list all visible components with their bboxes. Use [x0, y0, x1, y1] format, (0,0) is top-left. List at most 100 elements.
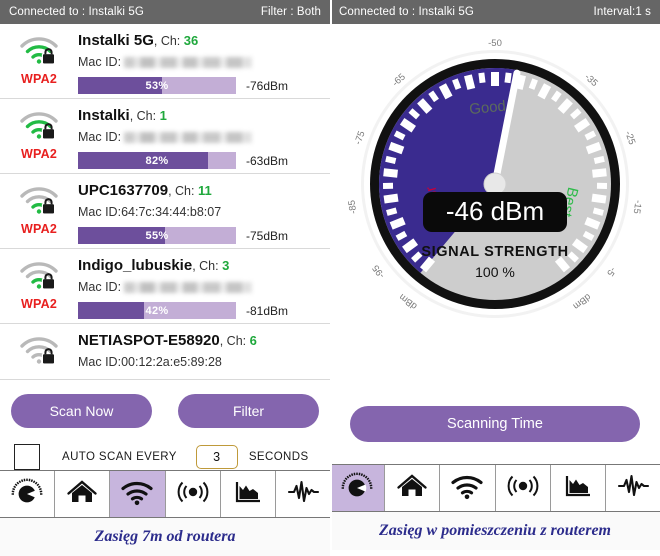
network-icon-column	[0, 329, 78, 387]
security-label: WPA2	[21, 147, 57, 162]
wifi-lock-icon	[18, 335, 60, 365]
signal-dbm-label: -63dBm	[246, 154, 288, 168]
ssid-line: NETIASPOT-E58920, Ch: 6	[78, 332, 326, 350]
channel-label: , Ch:	[220, 334, 250, 348]
signal-gauge-area: -50-65-75-85-95dBm-35-25-15-5dBmPoorGood…	[330, 24, 660, 406]
mac-line: Mac ID:	[78, 130, 326, 145]
filter-button[interactable]: Filter	[178, 394, 319, 428]
signal-dbm-label: -81dBm	[246, 304, 288, 318]
signal-bar-row: 55% -75dBm	[78, 227, 326, 244]
mac-label: Mac ID:	[78, 55, 121, 70]
mac-label: Mac ID:	[78, 355, 121, 370]
connected-label-right: Connected to : Instalki 5G	[339, 6, 474, 18]
scan-now-button[interactable]: Scan Now	[11, 394, 152, 428]
tab-radar[interactable]	[166, 471, 221, 517]
signal-progress-bar: 42%	[78, 302, 236, 319]
gauge-percent: 100 %	[475, 264, 515, 280]
gauge-tick-label: -95	[370, 263, 387, 281]
tab-home[interactable]	[385, 465, 440, 511]
mac-line: Mac ID:	[78, 280, 326, 295]
filter-status-label: Filter : Both	[261, 6, 321, 18]
ssid-line: Indigo_lubuskie, Ch: 3	[78, 257, 326, 275]
home-icon	[65, 477, 99, 512]
tab-radar[interactable]	[496, 465, 551, 511]
channel-label: , Ch:	[130, 109, 160, 123]
gauge-tick-label: -85	[347, 199, 360, 214]
ssid-label: UPC1637709	[78, 182, 168, 199]
tab-gauge[interactable]	[0, 471, 55, 517]
channel-number: 6	[250, 333, 257, 348]
auto-scan-checkbox[interactable]	[14, 444, 40, 470]
network-info-column: Instalki, Ch: 1 Mac ID: 82% -63dBm	[78, 104, 326, 169]
right-panel: Connected to : Instalki 5G Interval:1 s …	[330, 0, 660, 550]
channel-number: 36	[184, 33, 198, 48]
tab-gauge[interactable]	[330, 465, 385, 511]
gauge-tick-label: -15	[631, 199, 644, 214]
ssid-line: Instalki 5G, Ch: 36	[78, 32, 326, 50]
left-caption: Zasięg 7m od routera	[0, 518, 330, 556]
signal-progress-bar: 82%	[78, 152, 236, 169]
channel-number: 1	[160, 108, 167, 123]
network-info-column: NETIASPOT-E58920, Ch: 6 Mac ID:00:12:2a:…	[78, 329, 326, 370]
button-row: Scan Now Filter	[0, 394, 330, 428]
security-label: WPA2	[21, 72, 57, 87]
mac-address-value: 64:7c:34:44:b8:07	[121, 205, 221, 220]
channel-label: , Ch:	[154, 34, 184, 48]
ssid-label: NETIASPOT-E58920	[78, 332, 220, 349]
mac-address-value: 00:12:2a:e5:89:28	[121, 355, 222, 370]
network-icon-column: WPA2	[0, 104, 78, 162]
signal-percent-label: 82%	[78, 152, 236, 169]
tab-home[interactable]	[55, 471, 110, 517]
auto-scan-label: AUTO SCAN EVERY	[62, 451, 177, 463]
scan-controls: Scan Now Filter AUTO SCAN EVERY 3 SECOND…	[0, 380, 330, 470]
signal-strength-gauge: -50-65-75-85-95dBm-35-25-15-5dBmPoorGood…	[345, 34, 645, 334]
signal-progress-bar: 53%	[78, 77, 236, 94]
scan-interval-input[interactable]: 3	[196, 445, 238, 469]
gauge-icon	[340, 471, 374, 506]
mac-address-redacted	[124, 282, 252, 293]
tab-waveform[interactable]	[606, 465, 660, 511]
network-icon-column: WPA2	[0, 179, 78, 237]
left-status-bar: Connected to : Instalki 5G Filter : Both	[0, 0, 330, 24]
right-tab-bar	[330, 464, 660, 512]
network-icon-column: WPA2	[0, 29, 78, 87]
left-tab-bar	[0, 470, 330, 518]
tab-wifi[interactable]	[440, 465, 495, 511]
tab-waveform[interactable]	[276, 471, 330, 517]
scanning-time-button[interactable]: Scanning Time	[350, 406, 640, 442]
wifi-lock-icon	[18, 260, 60, 290]
channel-label: , Ch:	[168, 184, 198, 198]
network-row[interactable]: WPA2 Instalki 5G, Ch: 36 Mac ID: 53% -76…	[0, 24, 330, 99]
signal-bar-row: 42% -81dBm	[78, 302, 326, 319]
mac-label: Mac ID:	[78, 130, 121, 145]
tab-chart[interactable]	[221, 471, 276, 517]
gauge-tick-label: -50	[488, 38, 502, 49]
signal-dbm-label: -75dBm	[246, 229, 288, 243]
network-row[interactable]: NETIASPOT-E58920, Ch: 6 Mac ID:00:12:2a:…	[0, 324, 330, 380]
network-info-column: UPC1637709, Ch: 11 Mac ID:64:7c:34:44:b8…	[78, 179, 326, 244]
ssid-label: Instalki	[78, 107, 130, 124]
right-caption: Zasięg w pomieszczeniu z routerem	[330, 512, 660, 550]
tab-wifi[interactable]	[110, 471, 165, 517]
signal-progress-bar: 55%	[78, 227, 236, 244]
mac-line: Mac ID:64:7c:34:44:b8:07	[78, 205, 326, 220]
wifi-lock-icon	[18, 185, 60, 215]
signal-dbm-label: -76dBm	[246, 79, 288, 93]
gauge-value-readout: -46 dBm	[446, 196, 544, 226]
mac-address-redacted	[124, 132, 252, 143]
ssid-line: UPC1637709, Ch: 11	[78, 182, 326, 200]
left-panel: Connected to : Instalki 5G Filter : Both…	[0, 0, 330, 550]
channel-label: , Ch:	[192, 259, 222, 273]
network-icon-column: WPA2	[0, 254, 78, 312]
network-row[interactable]: WPA2 Instalki, Ch: 1 Mac ID: 82% -63dBm	[0, 99, 330, 174]
tab-chart[interactable]	[551, 465, 606, 511]
network-list: WPA2 Instalki 5G, Ch: 36 Mac ID: 53% -76…	[0, 24, 330, 380]
chart-icon	[561, 471, 595, 506]
left-caption-wrap: Zasięg 7m od routera	[0, 518, 330, 556]
right-status-bar: Connected to : Instalki 5G Interval:1 s	[330, 0, 660, 24]
gauge-zone-label: Good	[468, 98, 506, 119]
wifi-icon	[120, 477, 154, 512]
network-row[interactable]: WPA2 Indigo_lubuskie, Ch: 3 Mac ID: 42% …	[0, 249, 330, 324]
network-info-column: Instalki 5G, Ch: 36 Mac ID: 53% -76dBm	[78, 29, 326, 94]
network-row[interactable]: WPA2 UPC1637709, Ch: 11 Mac ID:64:7c:34:…	[0, 174, 330, 249]
